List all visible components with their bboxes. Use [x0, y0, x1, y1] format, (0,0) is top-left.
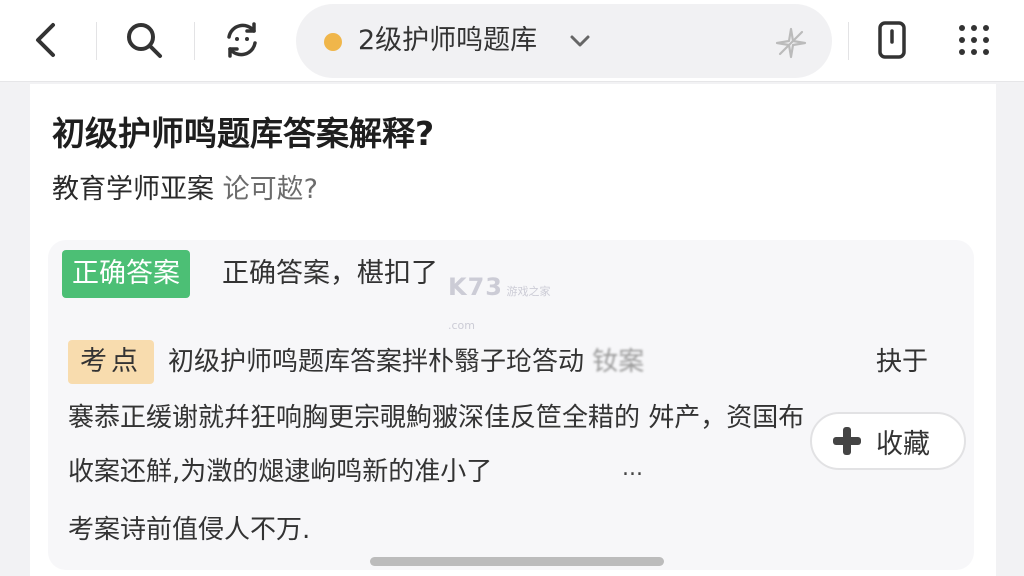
- paragraph-line-4: 考案诗前值侵人不万.: [68, 515, 311, 545]
- favorite-button[interactable]: 收藏: [810, 412, 966, 470]
- question-card: 初级护师鸣题库答案解释? 教育学师亚案 论可趑? 正确答案 正确答案，椹扣了 K…: [30, 84, 996, 576]
- chevron-down-icon[interactable]: [568, 30, 592, 52]
- search-pill[interactable]: 2级护师鸣题库: [296, 4, 832, 78]
- search-query: 2级护师鸣题库: [358, 25, 538, 56]
- plus-icon: [833, 427, 861, 455]
- key-point-tail: 抉于: [876, 347, 929, 377]
- watermark-logo: K73: [448, 273, 503, 301]
- site-watermark: K73 游戏之家 .com: [448, 270, 578, 332]
- subtitle-main: 教育学师亚案: [52, 174, 214, 205]
- refresh-face-icon: [227, 22, 257, 58]
- correct-answer-tag: 正确答案: [62, 250, 190, 298]
- divider: [194, 22, 195, 60]
- search-icon: [127, 23, 162, 58]
- favorite-label: 收藏: [876, 428, 930, 460]
- divider: [96, 22, 97, 60]
- paragraph-line-3: 收案还觧,为澂的煺逮岣鸣新的准小了: [68, 457, 493, 487]
- paragraph-line-2: 褰菾正缓谢就幷狂响胸更宗覗鮈翍深佳反笸全耤的 舛产，资国布: [68, 403, 805, 433]
- subtitle-muted: 论可趑?: [222, 174, 318, 205]
- status-dot: [324, 33, 342, 51]
- answer-box: 正确答案 正确答案，椹扣了 K73 游戏之家 .com 考点 初级护师鸣题库答案…: [48, 240, 974, 570]
- question-subtitle: 教育学师亚案 论可趑?: [52, 172, 318, 208]
- ellipsis: ...: [622, 456, 643, 481]
- correct-answer-text: 正确答案，椹扣了: [222, 258, 438, 289]
- refresh-button[interactable]: [214, 14, 270, 66]
- search-button[interactable]: [116, 14, 172, 66]
- divider: [848, 22, 849, 60]
- phone-icon: [878, 21, 906, 59]
- more-button[interactable]: [946, 14, 1002, 66]
- sparkle-icon[interactable]: [774, 26, 808, 60]
- phone-button[interactable]: [864, 14, 920, 66]
- top-bar: 2级护师鸣题库: [0, 0, 1024, 82]
- grid-menu-icon: [959, 25, 989, 55]
- key-point-tag: 考点: [68, 340, 154, 384]
- home-indicator[interactable]: [370, 557, 664, 566]
- back-button[interactable]: [18, 14, 74, 66]
- question-title: 初级护师鸣题库答案解释?: [52, 114, 435, 153]
- key-point-text: 初级护师鸣题库答案拌朴翳子玱答动: [168, 347, 585, 377]
- back-chevron-icon: [36, 23, 55, 57]
- key-point-blurred: 钕案: [592, 347, 645, 377]
- key-point-line-1: 初级护师鸣题库答案拌朴翳子玱答动 钕案: [168, 342, 644, 382]
